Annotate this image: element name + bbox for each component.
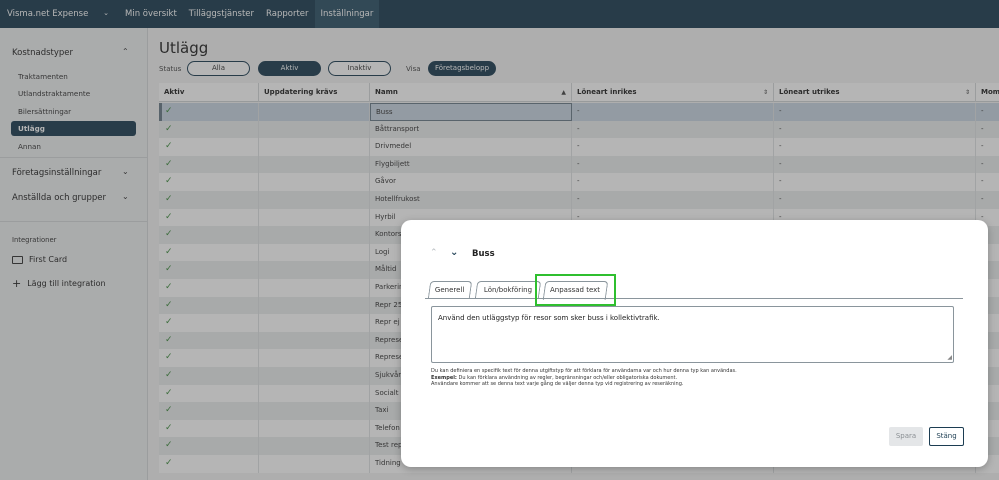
- resize-handle-icon[interactable]: ◢: [947, 354, 952, 361]
- help-example-label: Exempel:: [431, 374, 457, 381]
- help-text: Du kan definiera en specifik text för de…: [431, 368, 737, 388]
- textarea-value: Använd den utläggstyp för resor som sker…: [438, 314, 660, 322]
- tab-underline: [425, 298, 963, 299]
- help-line-3: Användare kommer att se denna text varje…: [431, 381, 684, 387]
- tab-lon-bokforing[interactable]: Lön/bokföring: [474, 281, 542, 299]
- save-button[interactable]: Spara: [889, 427, 923, 446]
- edit-expense-type-dialog: ⌃ ⌄ Buss Generell Lön/bokföring Anpassad…: [401, 220, 988, 467]
- close-button[interactable]: Stäng: [929, 427, 964, 446]
- tab-label: Lön/bokföring: [483, 286, 532, 294]
- tab-label: Generell: [435, 286, 465, 294]
- tab-generell[interactable]: Generell: [427, 281, 473, 299]
- chevron-up-icon[interactable]: ⌃: [430, 248, 438, 258]
- highlight-box: [535, 274, 616, 306]
- help-example-text: Du kan förklara användning av regler, be…: [456, 374, 678, 381]
- custom-text-textarea[interactable]: Använd den utläggstyp för resor som sker…: [431, 306, 954, 363]
- dialog-title: Buss: [472, 249, 495, 259]
- chevron-down-icon[interactable]: ⌄: [450, 247, 458, 258]
